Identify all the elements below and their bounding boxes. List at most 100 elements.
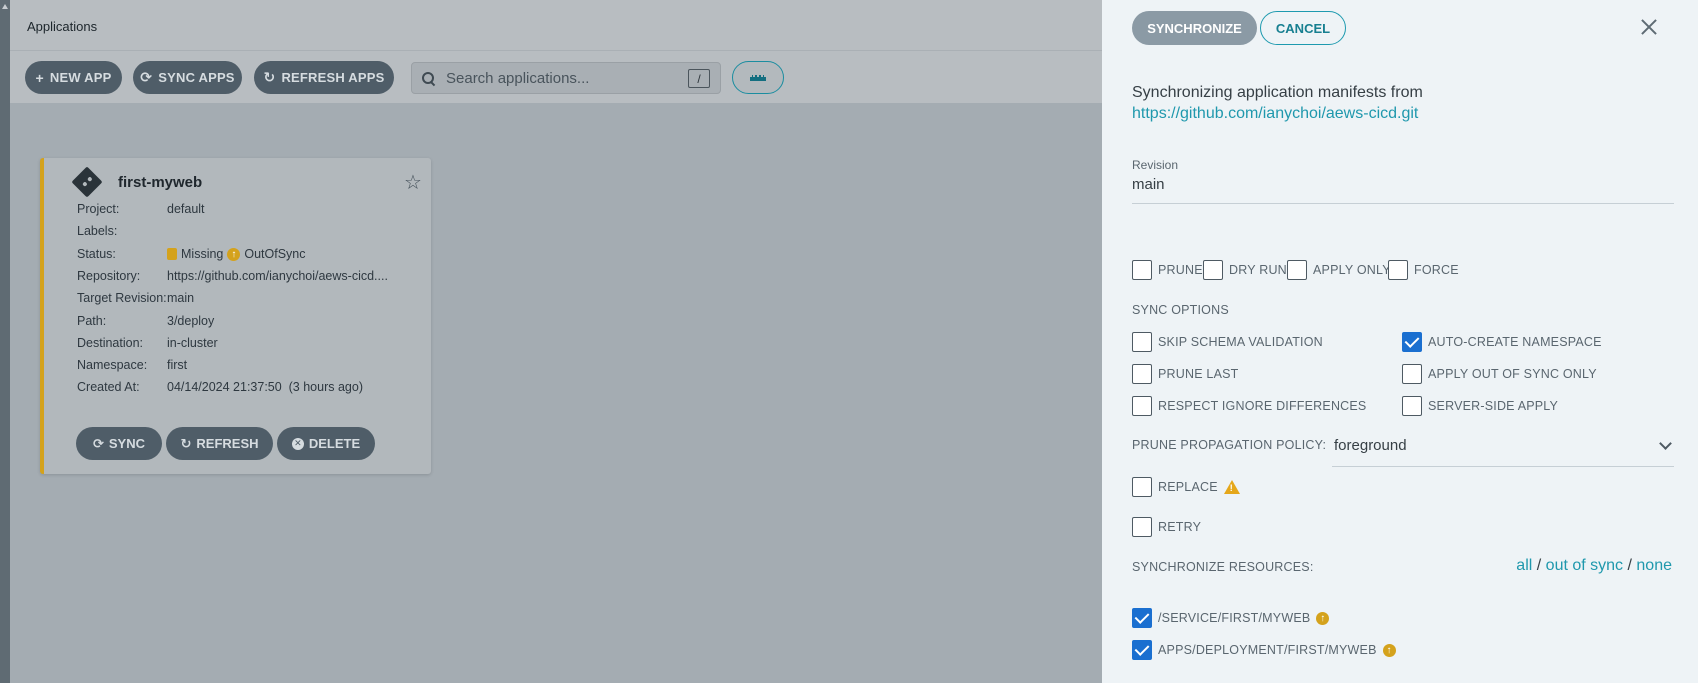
respect-ignore-differences-label: RESPECT IGNORE DIFFERENCES — [1158, 399, 1367, 413]
select-all-link[interactable]: all — [1516, 557, 1532, 574]
sync-label: SYNC — [108, 436, 146, 451]
separator: / — [1627, 557, 1632, 574]
row-value: 04/14/2024 21:37:50 (3 hours ago) — [167, 380, 363, 394]
resource-item-deployment: APPS/DEPLOYMENT/FIRST/MYWEB ↑ — [1158, 643, 1396, 657]
prune-last-checkbox[interactable] — [1132, 364, 1152, 384]
card-row-project: Project: default — [77, 202, 205, 216]
prune-policy-value: foreground — [1334, 437, 1407, 454]
applications-view: Applications + NEW APP ⟳ SYNC APPS ↻ REF… — [10, 0, 1102, 683]
search-placeholder: Search applications... — [446, 69, 590, 87]
resource-checkbox-service[interactable] — [1132, 608, 1152, 628]
card-row-target-revision: Target Revision: main — [77, 291, 194, 305]
app-name: first-myweb — [118, 174, 203, 191]
card-refresh-button[interactable]: ↻ REFRESH — [166, 427, 273, 460]
card-row-labels: Labels: — [77, 224, 167, 238]
skip-schema-validation-label: SKIP SCHEMA VALIDATION — [1158, 335, 1323, 349]
application-card[interactable]: first-myweb ☆ Project: default Labels: S… — [40, 158, 431, 474]
tiles-view-icon — [750, 74, 766, 81]
auto-create-namespace-label: AUTO-CREATE NAMESPACE — [1428, 335, 1602, 349]
row-value: main — [167, 291, 195, 305]
retry-checkbox[interactable] — [1132, 517, 1152, 537]
apply-out-of-sync-only-checkbox[interactable] — [1402, 364, 1422, 384]
view-mode-toggle[interactable] — [732, 61, 784, 94]
cancel-button[interactable]: CANCEL — [1260, 11, 1346, 45]
resource-label: /SERVICE/FIRST/MYWEB — [1158, 611, 1311, 625]
card-sync-button[interactable]: ⟳ SYNC — [76, 427, 162, 460]
top-bar: Applications + NEW APP ⟳ SYNC APPS ↻ REF… — [10, 0, 1102, 103]
prune-label: PRUNE — [1158, 263, 1203, 277]
row-key: Status: — [77, 247, 116, 261]
row-key: Destination: — [77, 336, 144, 350]
row-value: https://github.com/ianychoi/aews-cicd...… — [167, 269, 388, 283]
sync-apps-label: SYNC APPS — [158, 70, 235, 85]
out-of-sync-icon: ↑ — [1382, 643, 1396, 657]
respect-ignore-differences-checkbox[interactable] — [1132, 396, 1152, 416]
resource-checkbox-deployment[interactable] — [1132, 640, 1152, 660]
card-row-destination: Destination: in-cluster — [77, 336, 218, 350]
revision-input[interactable]: main — [1132, 176, 1674, 204]
row-value: default — [167, 202, 205, 216]
row-value: first — [167, 358, 188, 372]
server-side-apply-checkbox[interactable] — [1402, 396, 1422, 416]
replace-label-group: REPLACE ! — [1158, 480, 1240, 494]
status-value: Missing ↑ OutOfSync — [167, 247, 306, 261]
scroll-up-arrow-icon[interactable] — [2, 4, 8, 9]
force-label: FORCE — [1414, 263, 1459, 277]
select-none-link[interactable]: none — [1636, 557, 1672, 574]
search-shortcut-hint: / — [688, 69, 710, 88]
sync-intro-text: Synchronizing application manifests from — [1132, 84, 1423, 101]
sync-panel: SYNCHRONIZE CANCEL Synchronizing applica… — [1102, 0, 1698, 683]
sync-apps-button[interactable]: ⟳ SYNC APPS — [133, 61, 242, 94]
row-value: in-cluster — [167, 336, 218, 350]
repo-url-link[interactable]: https://github.com/ianychoi/aews-cicd.gi… — [1132, 105, 1418, 123]
replace-checkbox[interactable] — [1132, 477, 1152, 497]
prune-checkbox[interactable] — [1132, 260, 1152, 280]
synchronize-resources-label: SYNCHRONIZE RESOURCES: — [1132, 560, 1314, 574]
row-key: Created At: — [77, 380, 140, 394]
dry-run-checkbox[interactable] — [1203, 260, 1223, 280]
replace-label: REPLACE — [1158, 480, 1218, 494]
chevron-down-icon — [1659, 437, 1672, 450]
prune-propagation-policy-select[interactable]: foreground — [1332, 431, 1674, 467]
separator: / — [1536, 557, 1542, 574]
row-key: Project: — [77, 202, 120, 216]
new-app-button[interactable]: + NEW APP — [25, 61, 122, 94]
favorite-star-icon[interactable]: ☆ — [404, 170, 422, 195]
card-row-status: Status: Missing ↑ OutOfSync — [77, 247, 306, 261]
missing-status-icon — [167, 248, 177, 260]
refresh-label: REFRESH — [196, 436, 259, 451]
auto-create-namespace-checkbox[interactable] — [1402, 332, 1422, 352]
search-icon — [422, 72, 434, 84]
card-row-repository: Repository: https://github.com/ianychoi/… — [77, 269, 388, 283]
close-icon[interactable] — [1638, 16, 1660, 38]
delete-label: DELETE — [308, 436, 361, 451]
select-out-of-sync-link[interactable]: out of sync — [1546, 557, 1623, 574]
retry-label: RETRY — [1158, 520, 1202, 534]
force-checkbox[interactable] — [1388, 260, 1408, 280]
refresh-apps-button[interactable]: ↻ REFRESH APPS — [254, 61, 394, 94]
warning-icon[interactable]: ! — [1223, 480, 1240, 494]
refresh-icon: ↻ — [263, 69, 276, 85]
window-edge-scrollbar — [0, 0, 10, 683]
apply-out-of-sync-only-label: APPLY OUT OF SYNC ONLY — [1428, 367, 1597, 381]
skip-schema-validation-checkbox[interactable] — [1132, 332, 1152, 352]
sync-options-title: SYNC OPTIONS — [1132, 303, 1229, 317]
search-input[interactable]: Search applications... / — [411, 62, 721, 94]
divider — [10, 50, 1102, 51]
health-status: Missing — [181, 247, 224, 261]
row-key: Repository: — [77, 269, 141, 283]
row-key: Namespace: — [77, 358, 148, 372]
sync-icon: ⟳ — [92, 435, 104, 451]
card-delete-button[interactable]: ✕ DELETE — [277, 427, 375, 460]
server-side-apply-label: SERVER-SIDE APPLY — [1428, 399, 1559, 413]
revision-label: Revision — [1132, 158, 1179, 172]
row-key: Path: — [77, 314, 107, 328]
prune-propagation-policy-label: PRUNE PROPAGATION POLICY: — [1132, 438, 1327, 452]
synchronize-button[interactable]: SYNCHRONIZE — [1132, 11, 1257, 45]
apply-only-label: APPLY ONLY — [1313, 263, 1391, 277]
card-row-created-at: Created At: 04/14/2024 21:37:50 (3 hours… — [77, 380, 363, 394]
resource-item-service: /SERVICE/FIRST/MYWEB ↑ — [1158, 611, 1330, 625]
row-key: Labels: — [77, 224, 118, 238]
git-icon — [71, 166, 103, 198]
apply-only-checkbox[interactable] — [1287, 260, 1307, 280]
